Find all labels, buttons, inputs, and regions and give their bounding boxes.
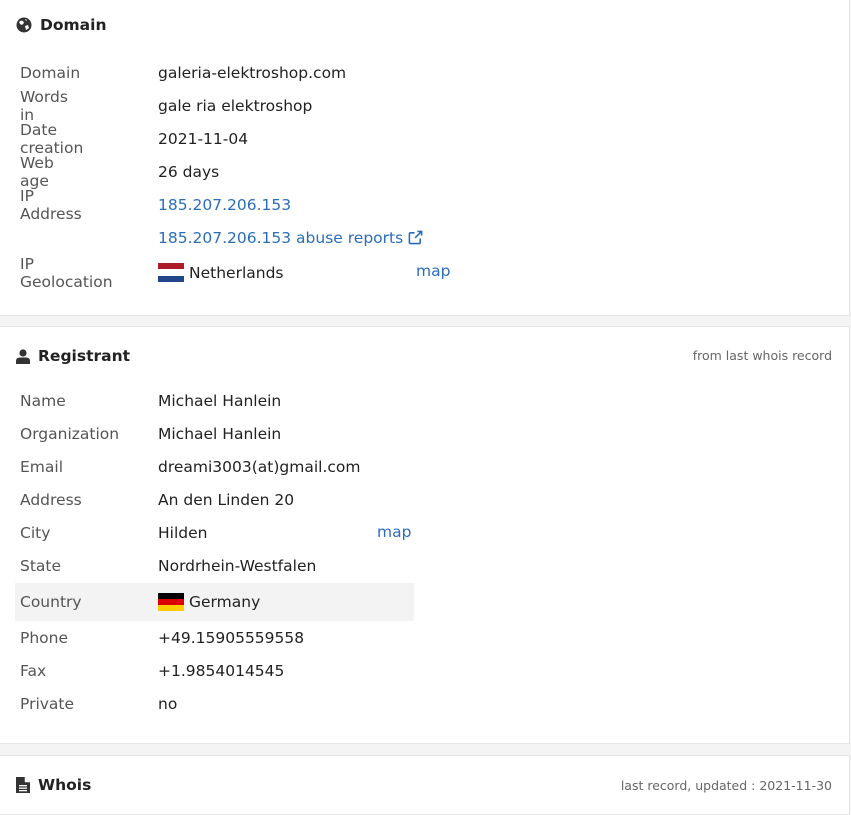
whois-panel-header: Whois — [16, 776, 91, 794]
whois-note: last record, updated : 2021-11-30 — [620, 778, 832, 793]
whois-panel-title: Whois — [38, 776, 92, 794]
registrant-panel-title: Registrant — [38, 347, 131, 365]
domain-panel: Domain Domain galeria-elektroshop.com Wo… — [0, 0, 850, 316]
registrant-panel: Registrant from last whois record Name M… — [0, 326, 850, 744]
registrant-note: from last whois record — [692, 348, 832, 363]
abuse-reports-link[interactable]: 185.207.206.153 abuse reports — [158, 229, 423, 247]
geolocation-country: Netherlands — [189, 263, 284, 282]
domain-panel-title: Domain — [40, 16, 107, 34]
ip-address-link[interactable]: 185.207.206.153 — [158, 196, 291, 214]
whois-panel: Whois last record, updated : 2021-11-30 — [0, 755, 850, 815]
globe-icon — [16, 17, 32, 33]
domain-panel-header: Domain — [16, 16, 106, 34]
netherlands-flag-icon — [158, 263, 184, 282]
file-text-icon — [16, 777, 30, 793]
germany-flag-icon — [158, 592, 184, 612]
geolocation-map-link[interactable]: map — [416, 262, 450, 280]
registrant-panel-header: Registrant — [16, 347, 130, 365]
row-country: Country Germany — [15, 583, 414, 621]
external-link-icon — [408, 230, 423, 245]
user-icon — [16, 348, 30, 364]
city-map-link[interactable]: map — [377, 523, 411, 541]
registrant-country: Germany — [189, 593, 261, 611]
